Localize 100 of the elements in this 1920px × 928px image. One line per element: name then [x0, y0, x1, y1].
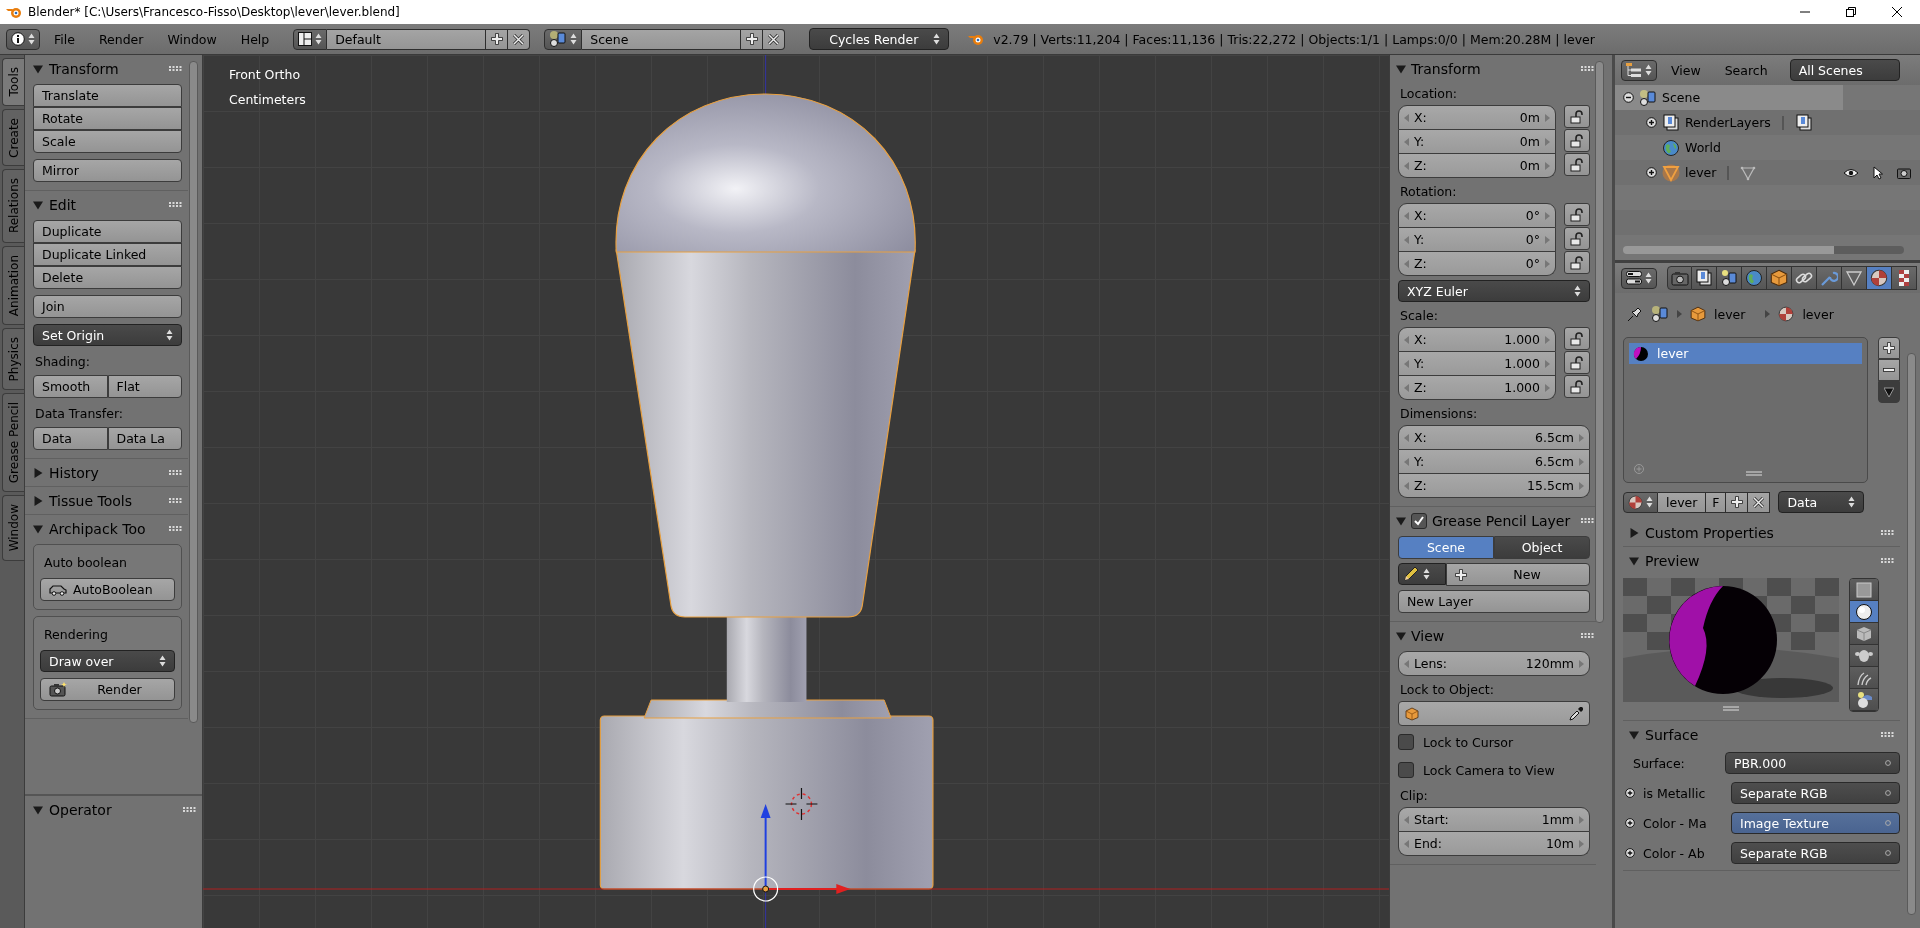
material-slot[interactable]: lever	[1629, 343, 1862, 364]
collapse-triangle-icon[interactable]	[33, 199, 43, 210]
material-name-field[interactable]: lever	[1658, 491, 1707, 513]
grip-icon[interactable]	[1581, 518, 1594, 523]
3d-viewport[interactable]: Front Ortho Centimeters	[203, 55, 1389, 928]
collapse-triangle-icon[interactable]	[33, 804, 43, 815]
grip-icon[interactable]	[183, 807, 196, 812]
toggle-button[interactable]: Object	[1494, 536, 1590, 559]
outliner-row[interactable]: World	[1615, 135, 1920, 160]
grip-icon[interactable]	[1581, 633, 1594, 638]
link-dropdown[interactable]: Data	[1778, 491, 1865, 513]
preview-shape-button[interactable]	[1850, 689, 1878, 711]
transform-manipulator-drawing[interactable]	[753, 804, 851, 902]
properties-tab[interactable]	[1717, 266, 1742, 290]
lock-button[interactable]	[1564, 129, 1590, 152]
lock-button[interactable]	[1564, 227, 1590, 250]
checkbox[interactable]	[1411, 512, 1427, 529]
preview-shape-button[interactable]	[1850, 623, 1878, 645]
outliner-row[interactable]: Scene	[1615, 85, 1843, 110]
expand-toggle-icon[interactable]	[1625, 818, 1635, 828]
grip-icon[interactable]	[1881, 732, 1894, 737]
menu-item[interactable]: File	[44, 28, 85, 50]
resize-handle-icon[interactable]	[1723, 706, 1739, 711]
tool-shelf-tab[interactable]: Tools	[2, 58, 24, 106]
lever-model-drawing[interactable]	[599, 93, 934, 890]
new-material-button[interactable]	[1726, 491, 1749, 513]
checkbox[interactable]	[1398, 762, 1414, 778]
properties-tab[interactable]	[1667, 266, 1692, 290]
tool-button[interactable]: New Layer	[1398, 590, 1590, 613]
collapse-triangle-icon[interactable]	[1629, 729, 1639, 740]
grip-icon[interactable]	[169, 202, 182, 207]
tool-button[interactable]: Data	[33, 427, 108, 450]
delete-button[interactable]	[763, 28, 786, 50]
pin-icon[interactable]	[1627, 306, 1643, 322]
menu-item[interactable]: Help	[230, 28, 280, 50]
tool-button[interactable]: Smooth	[33, 375, 108, 398]
properties-tab[interactable]	[1892, 266, 1917, 290]
screen-layout-button[interactable]	[293, 28, 328, 50]
eye-icon[interactable]	[1843, 167, 1859, 178]
material-browse-button[interactable]	[1623, 491, 1658, 513]
tool-button[interactable]: Flat	[107, 375, 182, 398]
tool-button[interactable]: Data La	[107, 427, 182, 450]
grip-icon[interactable]	[1881, 558, 1894, 563]
outliner-row[interactable]: RenderLayers	[1615, 110, 1920, 135]
eyedropper-icon[interactable]	[1569, 706, 1583, 721]
grip-icon[interactable]	[169, 526, 182, 531]
grip-icon[interactable]	[169, 66, 182, 71]
menu-item[interactable]: View	[1661, 59, 1711, 81]
unlink-button[interactable]	[1748, 491, 1771, 513]
tool-button[interactable]: Duplicate	[33, 220, 182, 243]
expand-triangle-icon[interactable]	[33, 467, 43, 478]
tool-button[interactable]: Render	[40, 678, 175, 701]
scene-browse-button[interactable]	[544, 28, 583, 50]
dropdown[interactable]: XYZ Euler	[1398, 280, 1590, 302]
grip-icon[interactable]	[1881, 530, 1894, 535]
lock-button[interactable]	[1564, 203, 1590, 226]
tool-button[interactable]: Scale	[33, 130, 182, 153]
collapse-triangle-icon[interactable]	[1396, 515, 1406, 526]
checkbox[interactable]	[1398, 734, 1414, 750]
resize-handle-icon[interactable]	[1745, 471, 1762, 476]
preview-shape-button[interactable]	[1850, 601, 1878, 623]
scrollbar[interactable]	[189, 61, 198, 723]
grip-icon[interactable]	[169, 470, 182, 475]
collapse-triangle-icon[interactable]	[1396, 630, 1406, 641]
fake-user-button[interactable]: F	[1706, 491, 1727, 513]
display-mode-dropdown[interactable]: All Scenes	[1789, 59, 1900, 81]
menu-item[interactable]: Window	[157, 28, 227, 50]
scene-field[interactable]: Scene	[582, 28, 742, 50]
delete-button[interactable]	[508, 28, 531, 50]
properties-tab[interactable]	[1817, 266, 1842, 290]
properties-tab[interactable]	[1842, 266, 1867, 290]
tool-button[interactable]: AutoBoolean	[40, 578, 175, 601]
collapse-triangle-icon[interactable]	[1629, 555, 1639, 566]
lock-button[interactable]	[1564, 153, 1590, 176]
add-slot-button[interactable]	[1878, 337, 1900, 359]
tool-button[interactable]: Mirror	[33, 159, 182, 182]
3d-cursor-icon[interactable]	[784, 787, 818, 821]
render-engine-dropdown[interactable]: Cycles Render	[809, 28, 950, 50]
properties-tab[interactable]	[1867, 266, 1892, 290]
properties-tab[interactable]	[1742, 266, 1767, 290]
editor-type-button[interactable]	[1621, 267, 1657, 289]
properties-tab[interactable]	[1692, 266, 1717, 290]
dropdown[interactable]: Set Origin	[33, 324, 182, 346]
scrollbar[interactable]	[1907, 353, 1916, 915]
expand-toggle-icon[interactable]	[1646, 117, 1657, 128]
lock-button[interactable]	[1564, 251, 1590, 274]
collapse-triangle-icon[interactable]	[33, 63, 43, 74]
editor-type-button[interactable]	[1621, 59, 1657, 81]
collapse-triangle-icon[interactable]	[33, 523, 43, 534]
menu-item[interactable]: Render	[88, 28, 154, 50]
lock-button[interactable]	[1564, 351, 1590, 374]
preview-shape-button[interactable]	[1850, 645, 1878, 667]
slot-menu-button[interactable]	[1878, 381, 1900, 403]
pencil-dropdown[interactable]	[1398, 563, 1446, 585]
shader-node-button[interactable]: Image Texture	[1731, 812, 1900, 834]
lock-button[interactable]	[1564, 327, 1590, 350]
expand-toggle-icon[interactable]	[1625, 848, 1635, 858]
scrollbar[interactable]	[1623, 246, 1904, 254]
toggle-button[interactable]: Scene	[1398, 536, 1494, 559]
remove-slot-button[interactable]	[1878, 359, 1900, 381]
